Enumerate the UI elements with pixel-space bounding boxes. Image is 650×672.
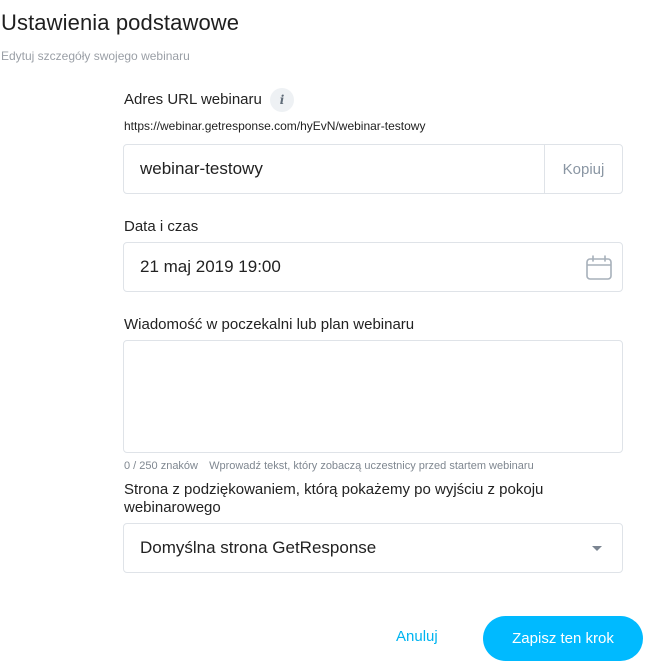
char-counter: 0 / 250 znaków bbox=[124, 460, 198, 472]
page-subtitle: Edytuj szczegóły swojego webinaru bbox=[1, 49, 190, 63]
thank-you-page-select[interactable]: Domyślna strona GetResponse bbox=[123, 523, 623, 573]
copy-button[interactable]: Kopiuj bbox=[544, 145, 622, 193]
thank-you-page-label: Strona z podziękowaniem, którą pokażemy … bbox=[124, 481, 544, 516]
date-time-picker[interactable]: 21 maj 2019 19:00 bbox=[123, 242, 623, 292]
cancel-button[interactable]: Anuluj bbox=[396, 628, 438, 645]
message-label: Wiadomość w poczekalni lub plan webinaru bbox=[124, 316, 415, 333]
date-label: Data i czas bbox=[124, 218, 199, 235]
info-icon[interactable]: i bbox=[270, 88, 294, 112]
date-value: 21 maj 2019 19:00 bbox=[140, 257, 281, 276]
calendar-icon[interactable] bbox=[585, 255, 613, 281]
message-textarea[interactable] bbox=[123, 340, 623, 453]
chevron-down-icon bbox=[592, 546, 602, 551]
page-title: Ustawienia podstawowe bbox=[1, 10, 240, 35]
url-label: Adres URL webinaru bbox=[124, 91, 262, 108]
thank-you-page-value: Domyślna strona GetResponse bbox=[140, 538, 377, 557]
hint-text: Wprowadź tekst, który zobaczą uczestnicy… bbox=[209, 460, 534, 472]
url-slug-field: Kopiuj bbox=[123, 144, 623, 194]
url-preview: https://webinar.getresponse.com/hyEvN/we… bbox=[124, 119, 426, 133]
save-step-button[interactable]: Zapisz ten krok bbox=[483, 616, 643, 661]
message-hint: 0 / 250 znaków Wprowadź tekst, który zob… bbox=[124, 460, 534, 472]
url-slug-input[interactable] bbox=[140, 145, 530, 193]
